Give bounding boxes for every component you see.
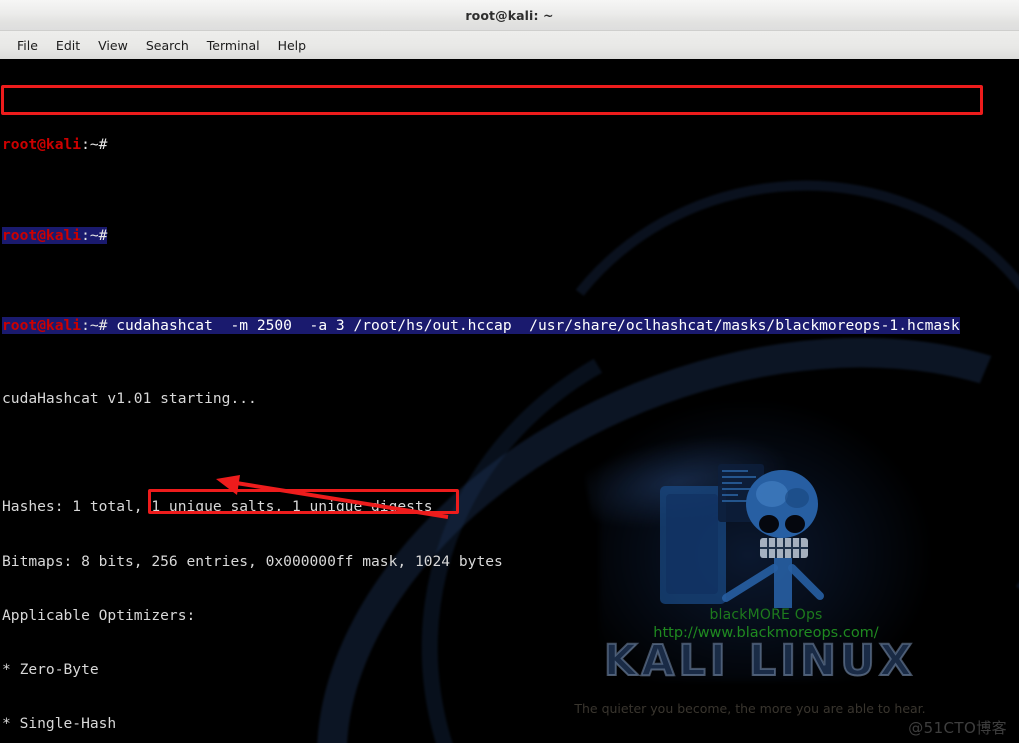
prompt-path: :~# [81, 317, 108, 335]
output-line-optimizer: * Single-Hash [2, 715, 117, 733]
prompt-user: root@kali [2, 136, 82, 154]
terminal-output: root@kali:~# root@kali:~# root@kali:~# c… [0, 61, 1019, 743]
command-text: cudahashcat -m 2500 -a 3 /root/hs/out.hc… [116, 317, 960, 335]
output-line-startup: cudaHashcat v1.01 starting... [2, 389, 257, 407]
output-line-bitmaps: Bitmaps: 8 bits, 256 entries, 0x000000ff… [2, 552, 503, 570]
site-watermark: @51CTO博客 [908, 719, 1007, 737]
menu-item-view[interactable]: View [89, 35, 137, 56]
menu-item-terminal[interactable]: Terminal [198, 35, 269, 56]
menu-item-edit[interactable]: Edit [47, 35, 89, 56]
prompt-user: root@kali [2, 226, 82, 244]
prompt-path: :~# [81, 136, 108, 154]
output-line-hashes: Hashes: 1 total, 1 unique salts, 1 uniqu… [2, 498, 433, 516]
menu-item-search[interactable]: Search [137, 35, 198, 56]
prompt-path: :~# [81, 226, 108, 244]
window-title: root@kali: ~ [465, 7, 554, 23]
menubar: File Edit View Search Terminal Help [0, 31, 1019, 61]
output-line-optimizers-header: Applicable Optimizers: [2, 606, 196, 624]
terminal-screen[interactable]: blackMORE Ops http://www.blackmoreops.co… [0, 61, 1019, 743]
terminal-prompt-line: root@kali:~# [2, 226, 1019, 245]
output-line-blank [2, 444, 1019, 462]
terminal-command-line: root@kali:~# cudahashcat -m 2500 -a 3 /r… [2, 317, 1019, 335]
prompt-user: root@kali [2, 317, 82, 335]
menu-item-help[interactable]: Help [269, 35, 316, 56]
window-titlebar: root@kali: ~ [0, 0, 1019, 31]
terminal-window: root@kali: ~ File Edit View Search Termi… [0, 0, 1019, 743]
terminal-prompt-line: root@kali:~# [2, 136, 1019, 154]
menu-item-file[interactable]: File [8, 35, 47, 56]
output-line-optimizer: * Zero-Byte [2, 661, 99, 679]
